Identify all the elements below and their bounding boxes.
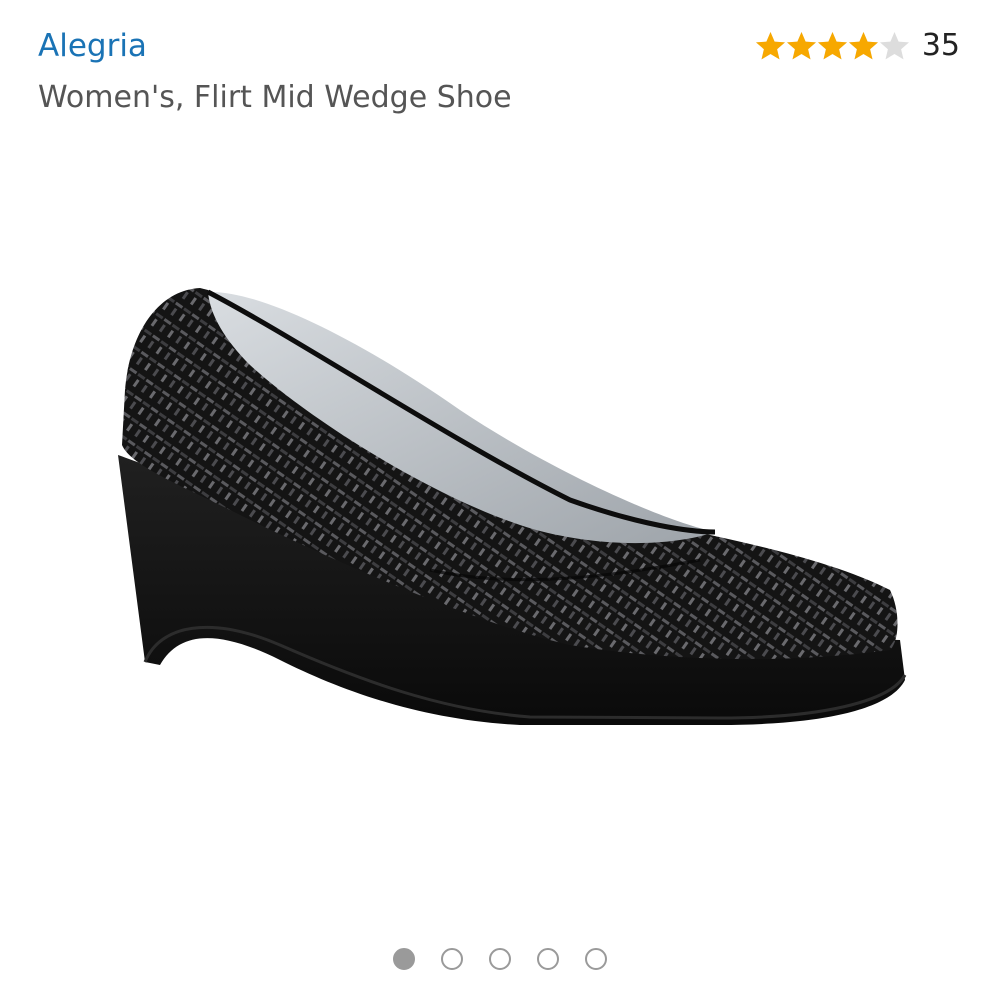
star-icon xyxy=(786,31,817,61)
carousel-dot[interactable] xyxy=(537,948,559,970)
review-count: 35 xyxy=(921,28,960,63)
product-title: Women's, Flirt Mid Wedge Shoe xyxy=(38,80,512,115)
rating-summary[interactable]: 35 xyxy=(755,28,960,63)
carousel-dot[interactable] xyxy=(393,948,415,970)
brand-link[interactable]: Alegria xyxy=(38,28,147,64)
star-icon xyxy=(817,31,848,61)
star-icon xyxy=(879,31,910,61)
star-rating xyxy=(755,31,910,61)
carousel-dot[interactable] xyxy=(585,948,607,970)
image-carousel-indicators xyxy=(0,948,1000,970)
carousel-dot[interactable] xyxy=(441,948,463,970)
product-page: Alegria Women's, Flirt Mid Wedge Shoe 35 xyxy=(0,0,1000,1000)
carousel-dot[interactable] xyxy=(489,948,511,970)
star-icon xyxy=(755,31,786,61)
product-image[interactable] xyxy=(100,270,920,790)
star-icon xyxy=(848,31,879,61)
